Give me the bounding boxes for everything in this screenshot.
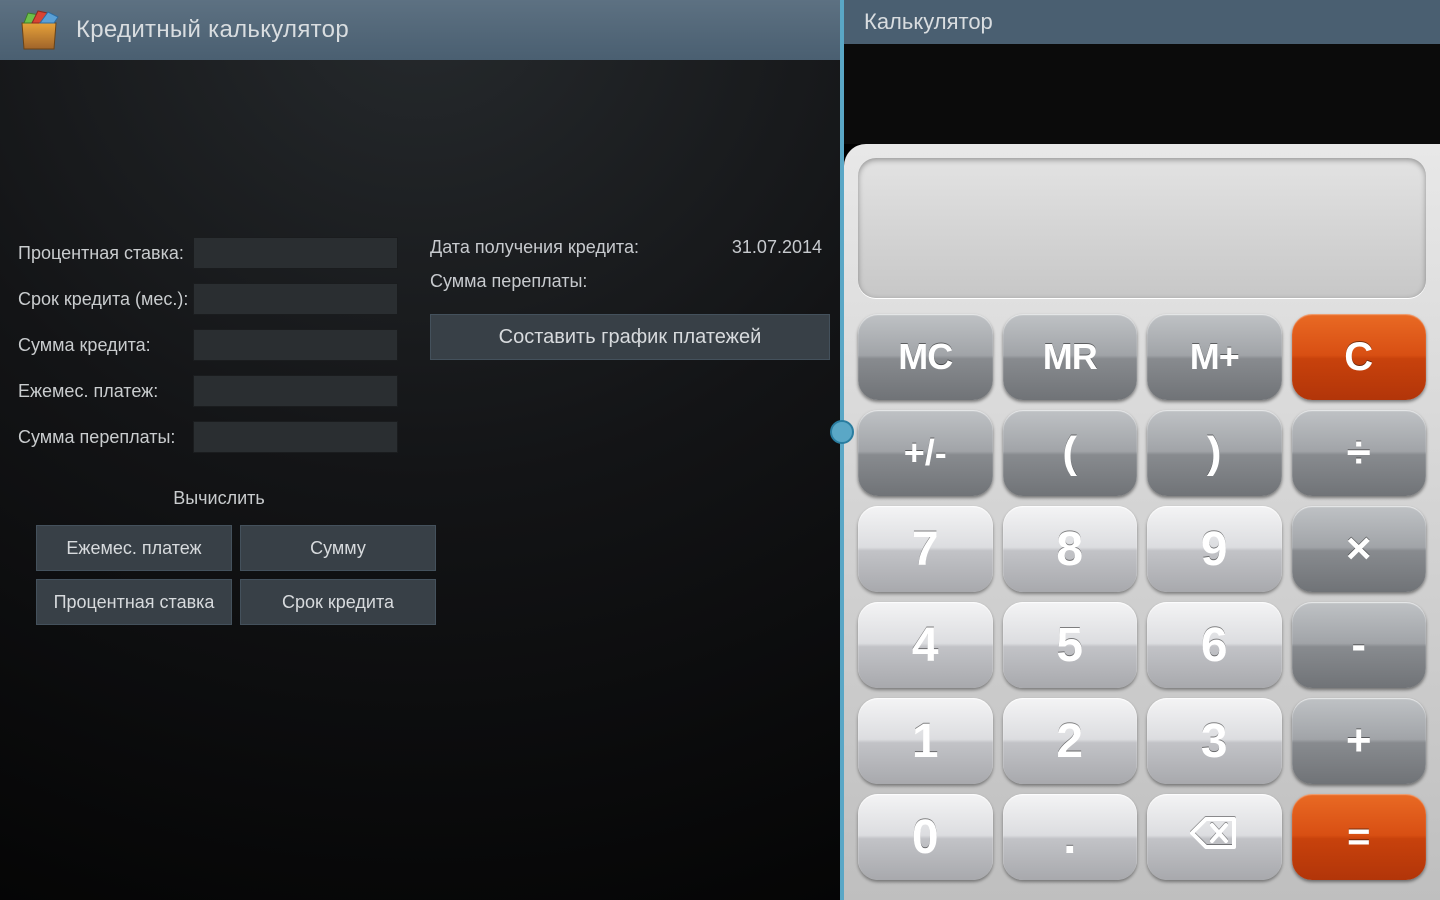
info-date-label: Дата получения кредита: (430, 237, 732, 258)
key-6[interactable]: 6 (1147, 602, 1282, 688)
field-loan-amount: Сумма кредита: (18, 322, 420, 368)
wallet-icon (18, 9, 60, 51)
label-interest-rate: Процентная ставка: (18, 243, 193, 264)
info-overpayment: Сумма переплаты: (430, 264, 822, 298)
left-app-title: Кредитный калькулятор (76, 16, 349, 44)
calc-monthly-button[interactable]: Ежемес. платеж (36, 525, 232, 571)
key-mr[interactable]: MR (1003, 314, 1138, 400)
label-loan-amount: Сумма кредита: (18, 335, 193, 356)
info-column: Дата получения кредита: 31.07.2014 Сумма… (420, 230, 840, 625)
right-app-title: Калькулятор (864, 9, 993, 35)
input-overpayment[interactable] (193, 421, 398, 453)
calculator-display (858, 158, 1426, 298)
split-handle[interactable] (830, 420, 854, 444)
input-loan-amount[interactable] (193, 329, 398, 361)
key-7[interactable]: 7 (858, 506, 993, 592)
key-plus[interactable]: + (1292, 698, 1427, 784)
key-9[interactable]: 9 (1147, 506, 1282, 592)
key-multiply[interactable]: × (1292, 506, 1427, 592)
label-term-months: Срок кредита (мес.): (18, 289, 193, 310)
field-term-months: Срок кредита (мес.): (18, 276, 420, 322)
key-4[interactable]: 4 (858, 602, 993, 688)
key-divide[interactable]: ÷ (1292, 410, 1427, 496)
schedule-button[interactable]: Составить график платежей (430, 314, 830, 360)
left-app-header: Кредитный калькулятор (0, 0, 840, 60)
input-monthly-payment[interactable] (193, 375, 398, 407)
info-overpay-label: Сумма переплаты: (430, 271, 822, 292)
key-minus[interactable]: - (1292, 602, 1427, 688)
key-backspace[interactable] (1147, 794, 1282, 880)
right-app-header: Калькулятор (844, 0, 1440, 44)
key-lparen[interactable]: ( (1003, 410, 1138, 496)
calculator-body: MC MR M+ C +/- ( ) ÷ 7 8 9 × 4 5 6 - 1 2… (844, 144, 1440, 900)
backspace-icon (1190, 810, 1238, 865)
key-0[interactable]: 0 (858, 794, 993, 880)
key-3[interactable]: 3 (1147, 698, 1282, 784)
key-sign[interactable]: +/- (858, 410, 993, 496)
form-area: Процентная ставка: Срок кредита (мес.): … (0, 60, 840, 625)
input-interest-rate[interactable] (193, 237, 398, 269)
credit-calculator-app: Кредитный калькулятор Процентная ставка:… (0, 0, 840, 900)
calc-amount-button[interactable]: Сумму (240, 525, 436, 571)
key-1[interactable]: 1 (858, 698, 993, 784)
field-overpayment: Сумма переплаты: (18, 414, 420, 460)
calculator-app: Калькулятор MC MR M+ C +/- ( ) ÷ 7 8 9 ×… (840, 0, 1440, 900)
info-date: Дата получения кредита: 31.07.2014 (430, 230, 822, 264)
key-5[interactable]: 5 (1003, 602, 1138, 688)
keypad: MC MR M+ C +/- ( ) ÷ 7 8 9 × 4 5 6 - 1 2… (858, 314, 1426, 880)
key-dot[interactable]: . (1003, 794, 1138, 880)
input-term-months[interactable] (193, 283, 398, 315)
calculator-empty-bar (844, 44, 1440, 144)
key-mc[interactable]: MC (858, 314, 993, 400)
info-date-value: 31.07.2014 (732, 237, 822, 258)
field-monthly-payment: Ежемес. платеж: (18, 368, 420, 414)
field-interest-rate: Процентная ставка: (18, 230, 420, 276)
calculate-heading: Вычислить (18, 488, 420, 509)
label-overpayment: Сумма переплаты: (18, 427, 193, 448)
key-2[interactable]: 2 (1003, 698, 1138, 784)
calculate-buttons: Ежемес. платеж Сумму Процентная ставка С… (18, 525, 438, 625)
key-rparen[interactable]: ) (1147, 410, 1282, 496)
key-clear[interactable]: C (1292, 314, 1427, 400)
inputs-column: Процентная ставка: Срок кредита (мес.): … (0, 230, 420, 625)
calc-rate-button[interactable]: Процентная ставка (36, 579, 232, 625)
label-monthly-payment: Ежемес. платеж: (18, 381, 193, 402)
key-equals[interactable]: = (1292, 794, 1427, 880)
calc-term-button[interactable]: Срок кредита (240, 579, 436, 625)
key-mplus[interactable]: M+ (1147, 314, 1282, 400)
key-8[interactable]: 8 (1003, 506, 1138, 592)
